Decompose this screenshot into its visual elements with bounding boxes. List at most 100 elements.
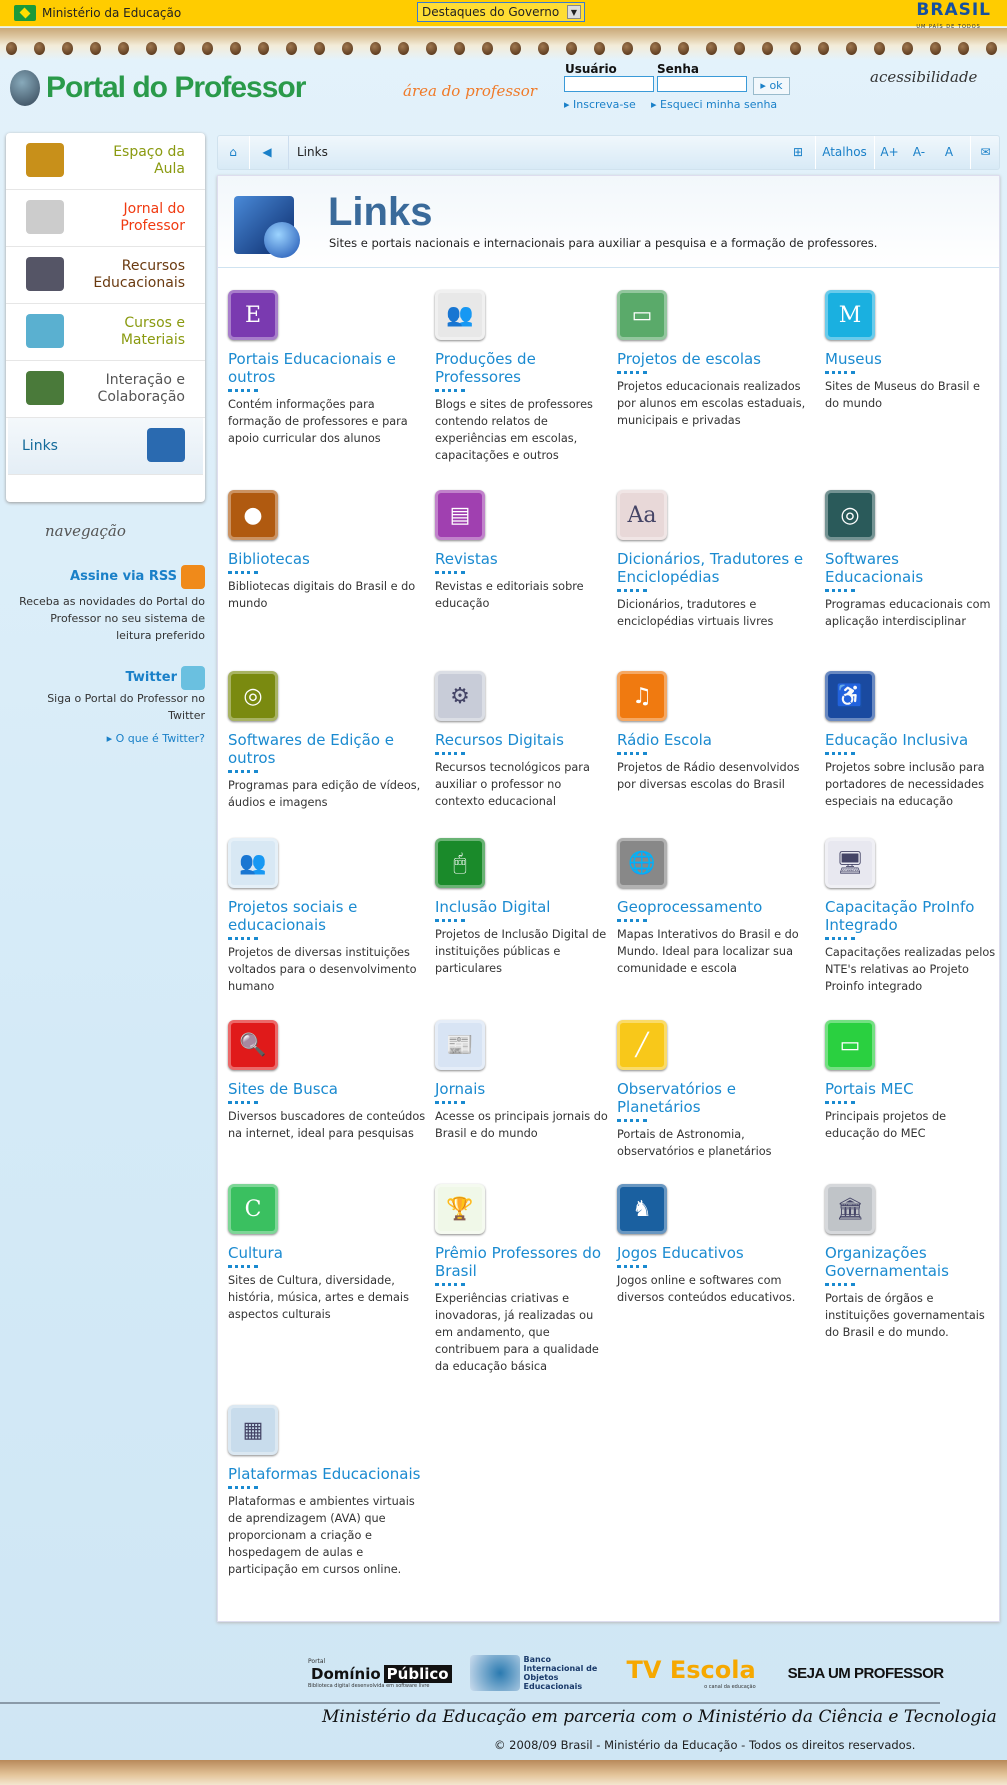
link-category-icon[interactable]: ♫	[617, 671, 667, 721]
link-title[interactable]: Bibliotecas	[228, 550, 427, 568]
link-description: Mapas Interativos do Brasil e do Mundo. …	[617, 928, 799, 975]
sidebar-item-1[interactable]: Espaço da Aula	[6, 133, 205, 190]
rss-block: Assine via RSS Receba as novidades do Po…	[15, 565, 205, 747]
link-category-icon[interactable]: C	[228, 1184, 278, 1234]
link-title[interactable]: Observatórios e Planetários	[617, 1080, 817, 1116]
link-category-icon[interactable]: 🖱	[435, 838, 485, 888]
link-title[interactable]: Organizações Governamentais	[825, 1244, 997, 1280]
link-card: ▤ Revistas Revistas e editoriais sobre e…	[435, 490, 617, 671]
login-button[interactable]: ▸ ok	[753, 77, 790, 95]
link-category-icon[interactable]: ◎	[228, 671, 278, 721]
link-category-icon[interactable]: ◎	[825, 490, 875, 540]
link-category-icon[interactable]: 📰	[435, 1020, 485, 1070]
link-category-icon[interactable]: ♞	[617, 1184, 667, 1234]
link-title[interactable]: Jornais	[435, 1080, 609, 1098]
link-title[interactable]: Dicionários, Tradutores e Enciclopédias	[617, 550, 817, 586]
twitter-link[interactable]: Twitter	[15, 666, 205, 690]
link-title[interactable]: Educação Inclusiva	[825, 731, 997, 749]
username-label: Usuário	[565, 62, 617, 76]
sidebar-item-6[interactable]: Links	[8, 418, 203, 475]
rss-link[interactable]: Assine via RSS	[15, 565, 205, 589]
link-title[interactable]: Portais MEC	[825, 1080, 997, 1098]
link-card: ╱ Observatórios e Planetários Portais de…	[617, 1020, 825, 1184]
link-category-icon[interactable]: ⚙	[435, 671, 485, 721]
link-title[interactable]: Sites de Busca	[228, 1080, 427, 1098]
tv-escola-logo[interactable]: TV Escola o canal da educação	[627, 1656, 756, 1690]
seja-professor-logo[interactable]: SEJA UM PROFESSOR	[788, 1665, 944, 1682]
link-title[interactable]: Recursos Digitais	[435, 731, 609, 749]
link-category-icon[interactable]: 🖥	[825, 838, 875, 888]
sidebar-item-label: Recursos Educacionais	[93, 258, 185, 291]
sitemap-icon[interactable]: ⊞	[783, 136, 813, 169]
font-decrease-button[interactable]: A-	[904, 136, 934, 169]
link-category-icon[interactable]: 👥	[228, 838, 278, 888]
link-title[interactable]: Produções de Professores	[435, 350, 609, 386]
link-title[interactable]: Museus	[825, 350, 997, 368]
bioe-logo[interactable]: Banco Internacional de Objetos Educacion…	[469, 1655, 609, 1691]
link-category-icon[interactable]: ●	[228, 490, 278, 540]
sidebar-item-4[interactable]: Cursos e Materiais	[6, 304, 205, 361]
dotted-divider	[435, 1101, 465, 1104]
link-category-icon[interactable]: M	[825, 290, 875, 340]
link-category-icon[interactable]: ╱	[617, 1020, 667, 1070]
link-title[interactable]: Capacitação ProInfo Integrado	[825, 898, 997, 934]
ministry-link[interactable]: Ministério da Educação	[14, 5, 181, 21]
footer-divider	[0, 1702, 940, 1704]
link-category-icon[interactable]: 🌐	[617, 838, 667, 888]
brand-text: BRASIL	[916, 0, 991, 20]
sidebar-item-2[interactable]: Jornal do Professor	[6, 190, 205, 247]
link-title[interactable]: Softwares de Edição e outros	[228, 731, 427, 767]
sidebar-item-5[interactable]: Interação e Colaboração	[6, 361, 205, 418]
link-title[interactable]: Jogos Educativos	[617, 1244, 817, 1262]
signup-link[interactable]: ▸ Inscreva-se	[564, 98, 636, 111]
link-title[interactable]: Plataformas Educacionais	[228, 1465, 427, 1483]
link-title[interactable]: Revistas	[435, 550, 609, 568]
link-description: Plataformas e ambientes virtuais de apre…	[228, 1495, 415, 1576]
copyright: © 2008/09 Brasil - Ministério da Educaçã…	[494, 1738, 916, 1752]
username-input[interactable]	[564, 76, 654, 92]
sidebar-item-label: Jornal do Professor	[120, 201, 185, 234]
link-title[interactable]: Rádio Escola	[617, 731, 817, 749]
link-category-icon[interactable]: 🔍	[228, 1020, 278, 1070]
forgot-password-link[interactable]: ▸ Esqueci minha senha	[651, 98, 777, 111]
link-title[interactable]: Projetos sociais e educacionais	[228, 898, 427, 934]
destaques-select[interactable]: Destaques do Governo ▼	[417, 2, 585, 22]
dominio-publico-logo[interactable]: Portal Domínio Público Biblioteca digital d…	[308, 1658, 452, 1689]
link-title[interactable]: Prêmio Professores do Brasil	[435, 1244, 609, 1280]
forgot-label: Esqueci minha senha	[660, 98, 778, 111]
sidebar-item-3[interactable]: Recursos Educacionais	[6, 247, 205, 304]
link-category-icon[interactable]: 🏛	[825, 1184, 875, 1234]
home-icon[interactable]: ⌂	[218, 136, 248, 169]
what-is-twitter-link[interactable]: ▸ O que é Twitter?	[15, 730, 205, 747]
mail-icon[interactable]: ✉	[970, 136, 1000, 169]
sidebar-item-icon	[26, 143, 64, 177]
link-category-icon[interactable]: E	[228, 290, 278, 340]
link-category-icon[interactable]: Aa	[617, 490, 667, 540]
accessibility-link[interactable]: acessibilidade	[870, 68, 977, 86]
link-title[interactable]: Portais Educacionais e outros	[228, 350, 427, 386]
dotted-divider	[825, 1283, 855, 1286]
link-category-icon[interactable]: ▭	[825, 1020, 875, 1070]
link-category-icon[interactable]: ▦	[228, 1405, 278, 1455]
link-title[interactable]: Softwares Educacionais	[825, 550, 997, 586]
rss-text: Receba as novidades do Portal do Profess…	[19, 595, 205, 642]
shortcuts-link[interactable]: Atalhos	[815, 136, 873, 169]
link-category-icon[interactable]: 🏆	[435, 1184, 485, 1234]
font-reset-button[interactable]: A	[934, 136, 964, 169]
password-input[interactable]	[657, 76, 747, 92]
link-title[interactable]: Cultura	[228, 1244, 427, 1262]
link-description: Programas para edição de vídeos, áudios …	[228, 779, 421, 809]
portal-logo[interactable]: Portal do Professor	[10, 70, 306, 106]
bead-decoration	[594, 42, 605, 55]
link-title[interactable]: Geoprocessamento	[617, 898, 817, 916]
back-arrow-icon[interactable]: ◀	[249, 136, 284, 169]
link-category-icon[interactable]: ▤	[435, 490, 485, 540]
link-category-icon[interactable]: ▭	[617, 290, 667, 340]
dotted-divider	[825, 752, 855, 755]
link-category-icon[interactable]: ♿	[825, 671, 875, 721]
link-category-icon[interactable]: 👥	[435, 290, 485, 340]
sidebar-item-label: Interação e Colaboração	[97, 372, 185, 405]
link-title[interactable]: Inclusão Digital	[435, 898, 609, 916]
link-title[interactable]: Projetos de escolas	[617, 350, 817, 368]
font-increase-button[interactable]: A+	[874, 136, 904, 169]
